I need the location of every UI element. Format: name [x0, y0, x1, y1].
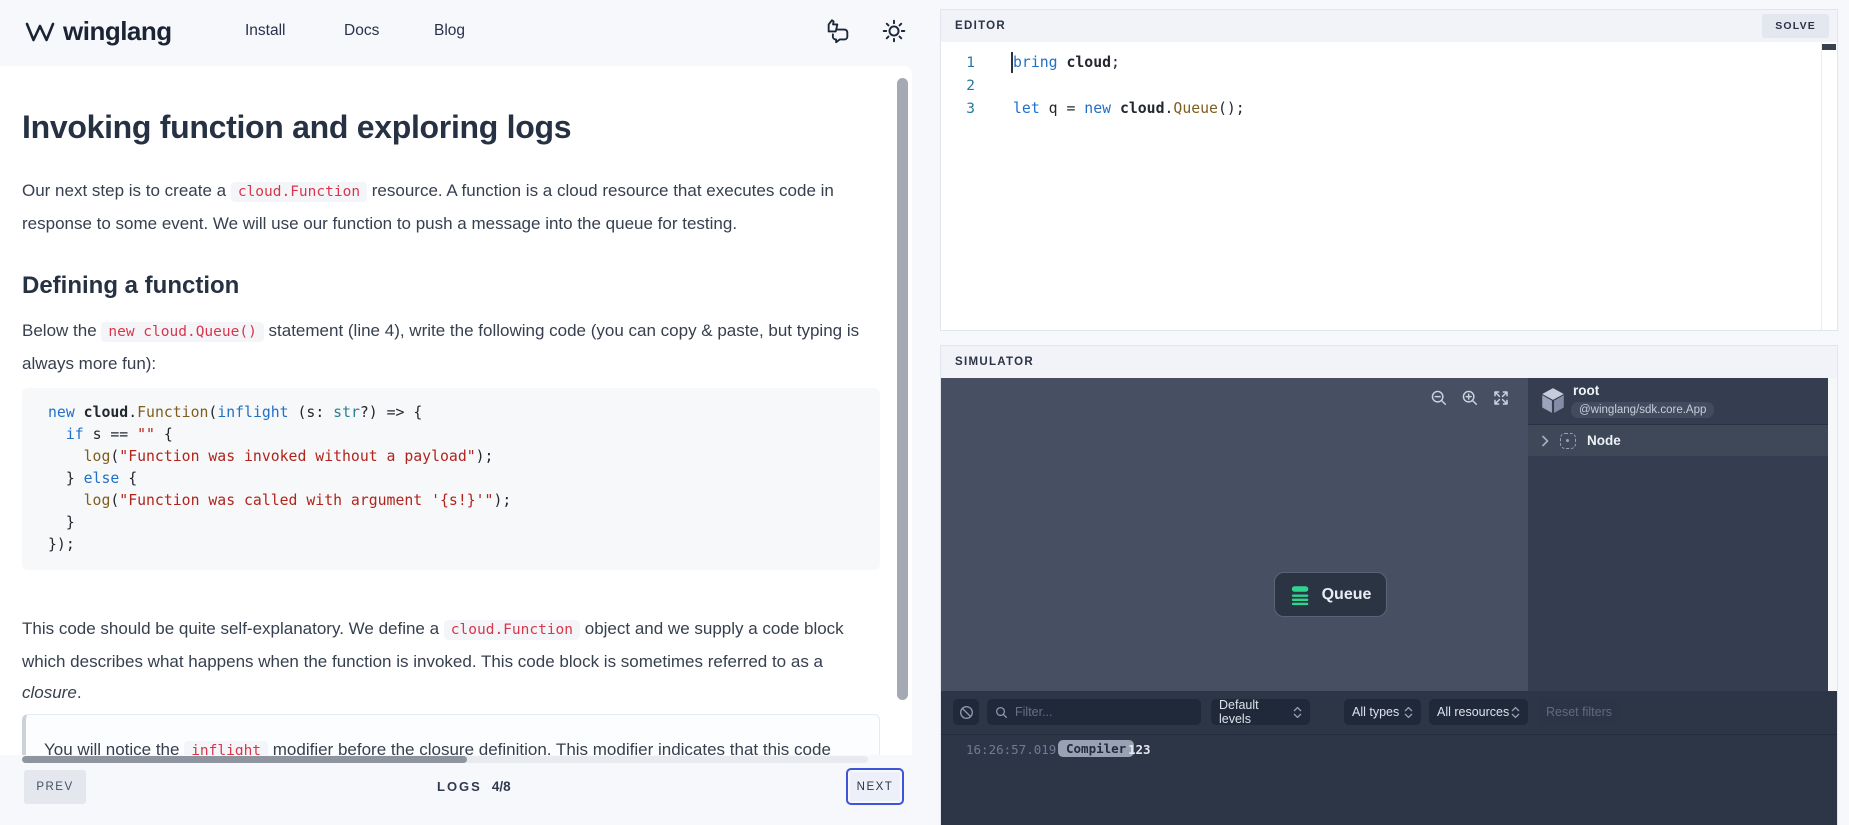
note-text: You will notice the inflight modifier be…: [44, 740, 831, 755]
editor-title: EDITOR: [955, 20, 1006, 32]
line-number: 2: [941, 78, 975, 94]
sun-icon: [881, 18, 907, 44]
simulator-canvas[interactable]: Queue: [941, 378, 1528, 691]
tree-node-label: Node: [1587, 433, 1621, 448]
up-down-chevrons-icon: [1511, 706, 1520, 719]
page-title: Invoking function and exploring logs: [22, 109, 882, 146]
filter-placeholder: Filter...: [1015, 705, 1053, 719]
paragraph-intro: Our next step is to create a cloud.Funct…: [22, 175, 880, 239]
reset-filters-button[interactable]: Reset filters: [1539, 699, 1619, 725]
zoom-in-button[interactable]: [1461, 389, 1479, 407]
tree-item-node[interactable]: Node: [1528, 425, 1838, 456]
search-icon: [995, 706, 1008, 719]
queue-node-label: Queue: [1322, 586, 1372, 604]
code-line: });: [48, 534, 880, 556]
canvas-controls: [1430, 389, 1510, 407]
editor-line: 3let q = new cloud.Queue();: [941, 97, 1822, 120]
logs-console: Filter... Default levels All types: [941, 691, 1838, 825]
code-line: if s == "" {: [48, 424, 880, 446]
editor-header: EDITOR SOLVE: [941, 10, 1837, 43]
resource-tree: root @winglang/sdk.core.App Node: [1528, 378, 1838, 691]
console-divider: [941, 734, 1838, 735]
feedback-button[interactable]: [823, 16, 853, 46]
log-entry: 16:26:57.019 Compiler 123: [941, 738, 1838, 760]
code-line: } else {: [48, 468, 880, 490]
code-line: }: [48, 512, 880, 534]
types-dropdown-value: All types: [1352, 705, 1399, 719]
levels-dropdown[interactable]: Default levels: [1211, 699, 1310, 725]
content-vertical-scrollbar[interactable]: [897, 78, 908, 700]
app: winglang Install Docs Blog Invoking func…: [0, 0, 1849, 825]
winglang-logo[interactable]: winglang: [24, 16, 172, 47]
editor-panel: EDITOR SOLVE 1bring cloud; 2 3let q = new …: [940, 9, 1838, 331]
editor-line: 1bring cloud;: [941, 51, 1822, 74]
clear-logs-button[interactable]: [953, 699, 979, 725]
editor-cursor: [1011, 52, 1013, 73]
logs-label: LOGS: [437, 779, 482, 794]
log-timestamp: 16:26:57.019: [966, 742, 1056, 757]
tree-root-type-badge: @winglang/sdk.core.App: [1571, 402, 1714, 418]
content-horizontal-scrollbar-track: [22, 756, 868, 763]
simulator-panel: SIMULATOR: [940, 345, 1838, 825]
content-horizontal-scrollbar[interactable]: [22, 756, 467, 763]
solve-button[interactable]: SOLVE: [1762, 14, 1829, 38]
types-dropdown[interactable]: All types: [1344, 699, 1421, 725]
logs-step-indicator: LOGS 4/8: [437, 779, 511, 794]
wing-logo-icon: [24, 19, 56, 45]
theme-toggle-button[interactable]: [879, 16, 909, 46]
code-snippet-block: new cloud.Function(inflight (s: str?) =>…: [22, 388, 880, 570]
ban-icon: [959, 705, 974, 720]
editor-scrollbar[interactable]: [1822, 44, 1836, 50]
editor-line: 2: [941, 74, 1822, 97]
next-button[interactable]: NEXT: [846, 768, 904, 805]
levels-dropdown-value: Default levels: [1219, 698, 1293, 726]
code-editor[interactable]: 1bring cloud; 2 3let q = new cloud.Queue()…: [941, 42, 1822, 330]
nav-docs[interactable]: Docs: [344, 22, 379, 40]
code-line: log("Function was invoked without a payl…: [48, 446, 880, 468]
feedback-icon: [824, 17, 852, 45]
note-callout: You will notice the inflight modifier be…: [22, 714, 880, 755]
up-down-chevrons-icon: [1293, 706, 1302, 719]
simulator-header: SIMULATOR: [941, 346, 1837, 379]
resources-dropdown-value: All resources: [1437, 705, 1509, 719]
up-down-chevrons-icon: [1404, 706, 1413, 719]
editor-scrollbar-track: [1821, 42, 1837, 330]
paragraph-instructions: Below the new cloud.Queue() statement (l…: [22, 315, 880, 379]
tree-root-label: root: [1573, 383, 1599, 398]
queue-resource-node[interactable]: Queue: [1274, 572, 1387, 617]
filter-input[interactable]: Filter...: [987, 699, 1201, 725]
log-source-badge: Compiler: [1058, 740, 1134, 757]
cube-icon: [1540, 387, 1566, 415]
line-number: 1: [941, 55, 975, 71]
code-line: log("Function was called with argument '…: [48, 490, 880, 512]
tree-scrollbar-track[interactable]: [1828, 378, 1838, 691]
resources-dropdown[interactable]: All resources: [1429, 699, 1528, 725]
logo-text: winglang: [63, 16, 172, 47]
tutorial-content: Invoking function and exploring logs Our…: [0, 66, 912, 755]
section-title: Defining a function: [22, 272, 882, 300]
queue-icon: [1290, 584, 1312, 606]
chevron-right-icon[interactable]: [1541, 435, 1550, 447]
paragraph-explanation: This code should be quite self-explanato…: [22, 613, 880, 708]
fullscreen-button[interactable]: [1492, 389, 1510, 407]
prev-button[interactable]: PREV: [24, 770, 86, 804]
nav-blog[interactable]: Blog: [434, 22, 465, 40]
tree-item-root[interactable]: root @winglang/sdk.core.App: [1528, 378, 1838, 424]
zoom-out-button[interactable]: [1430, 389, 1448, 407]
nav-install[interactable]: Install: [245, 22, 286, 40]
logs-page-count: 4/8: [492, 779, 511, 794]
construct-icon: [1560, 433, 1576, 449]
line-number: 3: [941, 101, 975, 117]
code-line: new cloud.Function(inflight (s: str?) =>…: [48, 402, 880, 424]
simulator-title: SIMULATOR: [955, 356, 1034, 368]
log-message: 123: [1128, 742, 1151, 757]
